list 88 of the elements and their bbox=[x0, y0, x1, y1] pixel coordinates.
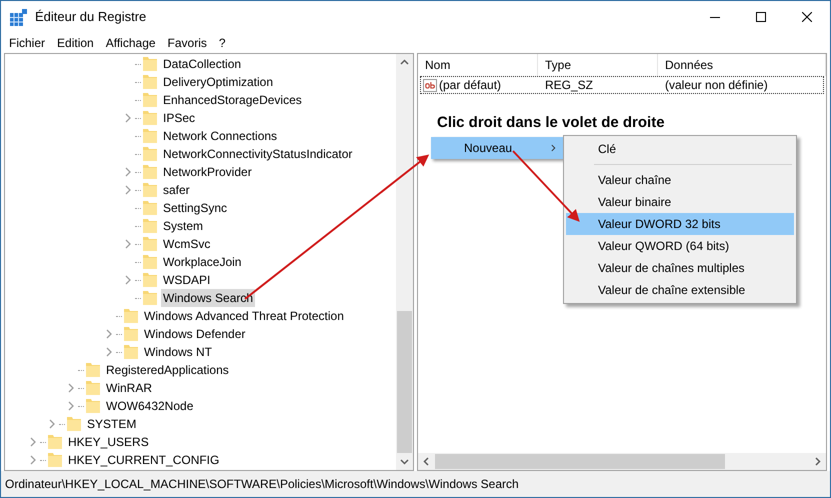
annotation-arrow bbox=[512, 150, 580, 222]
tree-item[interactable]: DeliveryOptimization bbox=[161, 73, 276, 91]
menu-item[interactable]: ? bbox=[214, 34, 231, 52]
expand-chevron-icon[interactable] bbox=[67, 401, 75, 411]
folder-icon bbox=[123, 344, 139, 360]
expand-chevron-icon[interactable] bbox=[124, 167, 132, 177]
tree-item[interactable]: EnhancedStorageDevices bbox=[161, 91, 304, 109]
tree-item[interactable]: RegisteredApplications bbox=[104, 361, 231, 379]
folder-icon bbox=[66, 416, 82, 432]
tree-item[interactable]: WcmSvc bbox=[161, 235, 212, 253]
folder-icon bbox=[123, 308, 139, 324]
folder-icon bbox=[142, 254, 158, 270]
folder-icon bbox=[142, 182, 158, 198]
registry-icon bbox=[10, 8, 27, 26]
menu-item[interactable]: Favoris bbox=[162, 34, 212, 52]
tree-item[interactable]: HKEY_CURRENT_CONFIG bbox=[66, 451, 222, 469]
tree-item[interactable]: HKEY_USERS bbox=[66, 433, 151, 451]
expand-chevron-icon[interactable] bbox=[29, 437, 37, 447]
tree-item[interactable]: Windows NT bbox=[142, 343, 214, 361]
folder-icon bbox=[47, 434, 63, 450]
tree-item[interactable]: DataCollection bbox=[161, 55, 244, 73]
tree-item[interactable]: IPSec bbox=[161, 109, 198, 127]
expand-chevron-icon[interactable] bbox=[124, 239, 132, 249]
context-menu-item[interactable]: Nouveau bbox=[431, 137, 564, 159]
menu-item[interactable]: Edition bbox=[52, 34, 99, 52]
tree-item[interactable]: Network Connections bbox=[161, 127, 280, 145]
tree-item[interactable]: NetworkConnectivityStatusIndicator bbox=[161, 145, 354, 163]
close-icon bbox=[802, 12, 812, 22]
folder-icon bbox=[142, 128, 158, 144]
table-cell-text: (valeur non définie) bbox=[664, 77, 769, 94]
expand-chevron-icon[interactable] bbox=[48, 419, 56, 429]
tree-item[interactable]: safer bbox=[161, 181, 192, 199]
maximize-icon bbox=[756, 12, 766, 22]
folder-icon bbox=[142, 218, 158, 234]
expand-chevron-icon[interactable] bbox=[105, 329, 113, 339]
folder-icon bbox=[142, 236, 158, 252]
submenu-item[interactable]: Valeur de chaîne extensible bbox=[566, 279, 794, 301]
tree-item[interactable]: NetworkProvider bbox=[161, 163, 254, 181]
menu-item[interactable]: Fichier bbox=[4, 34, 50, 52]
folder-icon bbox=[142, 146, 158, 162]
submenu-item[interactable]: Clé bbox=[566, 138, 794, 160]
tree-item[interactable]: Windows Advanced Threat Protection bbox=[142, 307, 346, 325]
string-value-icon bbox=[423, 78, 437, 92]
table-cell-text: (par défaut) bbox=[439, 77, 502, 94]
folder-icon bbox=[85, 362, 101, 378]
expand-chevron-icon[interactable] bbox=[67, 383, 75, 393]
tree-item[interactable]: SYSTEM bbox=[85, 415, 138, 433]
tree-item[interactable]: SettingSync bbox=[161, 199, 230, 217]
folder-icon bbox=[47, 452, 63, 468]
menu-item[interactable]: Affichage bbox=[100, 34, 161, 52]
folder-icon bbox=[142, 74, 158, 90]
submenu-item[interactable]: Valeur QWORD (64 bits) bbox=[566, 235, 794, 257]
column-header[interactable]: Nom bbox=[418, 54, 538, 76]
folder-icon bbox=[142, 92, 158, 108]
folder-icon bbox=[85, 380, 101, 396]
scroll-thumb[interactable] bbox=[397, 311, 412, 453]
tree-item[interactable]: WinRAR bbox=[104, 379, 154, 397]
submenu-item[interactable]: Valeur binaire bbox=[566, 191, 794, 213]
tree-item[interactable]: Windows Search bbox=[161, 289, 256, 307]
folder-icon bbox=[123, 326, 139, 342]
expand-chevron-icon[interactable] bbox=[124, 113, 132, 123]
submenu-item[interactable]: Valeur chaîne bbox=[566, 169, 794, 191]
folder-icon bbox=[142, 290, 158, 306]
folder-icon bbox=[85, 398, 101, 414]
annotation: Clic droit dans le volet de droite bbox=[437, 113, 665, 133]
expand-chevron-icon[interactable] bbox=[29, 455, 37, 465]
table-cell-text: REG_SZ bbox=[544, 77, 594, 94]
column-header[interactable]: Type bbox=[538, 54, 658, 76]
window-title: Éditeur du Registre bbox=[35, 8, 146, 26]
minimize-icon bbox=[710, 16, 720, 18]
tree-item[interactable]: Windows Defender bbox=[142, 325, 248, 343]
tree-item[interactable]: WSDAPI bbox=[161, 271, 212, 289]
status-bar-path: Ordinateur\HKEY_LOCAL_MACHINE\SOFTWARE\Policies\Microsoft\Windows\Windows Search bbox=[5, 476, 519, 493]
submenu-item[interactable]: Valeur de chaînes multiples bbox=[566, 257, 794, 279]
folder-icon bbox=[142, 200, 158, 216]
folder-icon bbox=[142, 56, 158, 72]
folder-icon bbox=[142, 110, 158, 126]
folder-icon bbox=[142, 272, 158, 288]
submenu-item[interactable]: Valeur DWORD 32 bits bbox=[566, 213, 794, 235]
expand-chevron-icon[interactable] bbox=[105, 347, 113, 357]
tree-item[interactable]: System bbox=[161, 217, 206, 235]
scroll-thumb[interactable] bbox=[435, 454, 725, 469]
tree-item[interactable]: WOW6432Node bbox=[104, 397, 196, 415]
column-header[interactable]: Données bbox=[658, 54, 826, 76]
expand-chevron-icon[interactable] bbox=[124, 185, 132, 195]
folder-icon bbox=[142, 164, 158, 180]
expand-chevron-icon[interactable] bbox=[124, 275, 132, 285]
tree-item[interactable]: WorkplaceJoin bbox=[161, 253, 244, 271]
